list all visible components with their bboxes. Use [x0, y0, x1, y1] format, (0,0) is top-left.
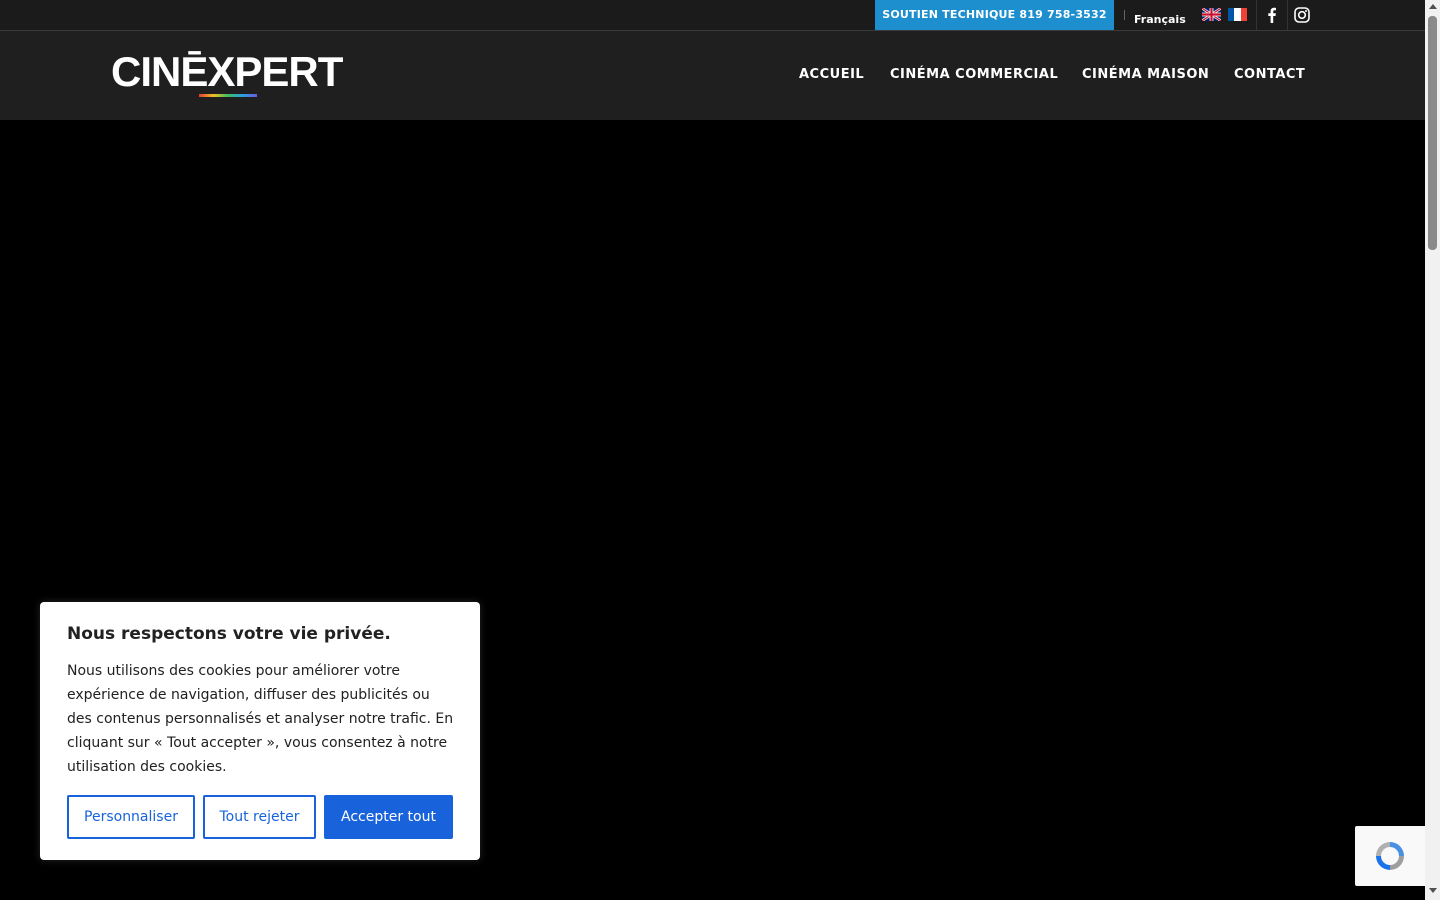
nav-cinema-commercial[interactable]: CINÉMA COMMERCIAL: [890, 67, 1058, 82]
current-language-label[interactable]: Français: [1134, 13, 1186, 26]
logo-text: CINĒXPERT: [111, 48, 343, 95]
cookie-description: Nous utilisons des cookies pour améliore…: [67, 663, 454, 775]
top-bar: SOUTIEN TECHNIQUE 819 758-3532 Français: [0, 0, 1425, 31]
facebook-icon[interactable]: [1263, 6, 1281, 24]
instagram-icon[interactable]: [1293, 6, 1311, 24]
recaptcha-icon: [1376, 842, 1404, 870]
nav-accueil[interactable]: ACCUEIL: [799, 67, 864, 82]
site-header: CINĒXPERT ACCUEIL CINÉMA COMMERCIAL CINÉ…: [0, 31, 1425, 120]
divider: [1287, 0, 1288, 30]
accept-all-button[interactable]: Accepter tout: [324, 795, 453, 839]
vertical-scrollbar[interactable]: [1425, 0, 1440, 900]
cinexpert-logo[interactable]: CINĒXPERT: [111, 50, 361, 102]
scroll-up-arrow-icon[interactable]: [1429, 4, 1437, 9]
nav-cinema-maison[interactable]: CINÉMA MAISON: [1082, 67, 1209, 82]
reject-all-button[interactable]: Tout rejeter: [203, 795, 316, 839]
scrollbar-thumb[interactable]: [1428, 16, 1437, 250]
support-phone-button[interactable]: SOUTIEN TECHNIQUE 819 758-3532: [875, 0, 1114, 30]
recaptcha-badge[interactable]: [1355, 826, 1427, 886]
france-flag-icon[interactable]: [1228, 8, 1247, 21]
divider: [1256, 0, 1257, 30]
uk-flag-icon[interactable]: [1202, 8, 1221, 21]
cookie-title: Nous respectons votre vie privée.: [67, 624, 391, 644]
page: SOUTIEN TECHNIQUE 819 758-3532 Français: [0, 0, 1427, 900]
logo-color-bar: [199, 94, 257, 97]
nav-contact[interactable]: CONTACT: [1234, 67, 1305, 82]
cookie-consent-dialog: Nous respectons votre vie privée. Nous u…: [40, 602, 480, 860]
scroll-down-arrow-icon[interactable]: [1429, 888, 1437, 893]
customize-button[interactable]: Personnaliser: [67, 795, 195, 839]
divider: [1124, 10, 1125, 20]
